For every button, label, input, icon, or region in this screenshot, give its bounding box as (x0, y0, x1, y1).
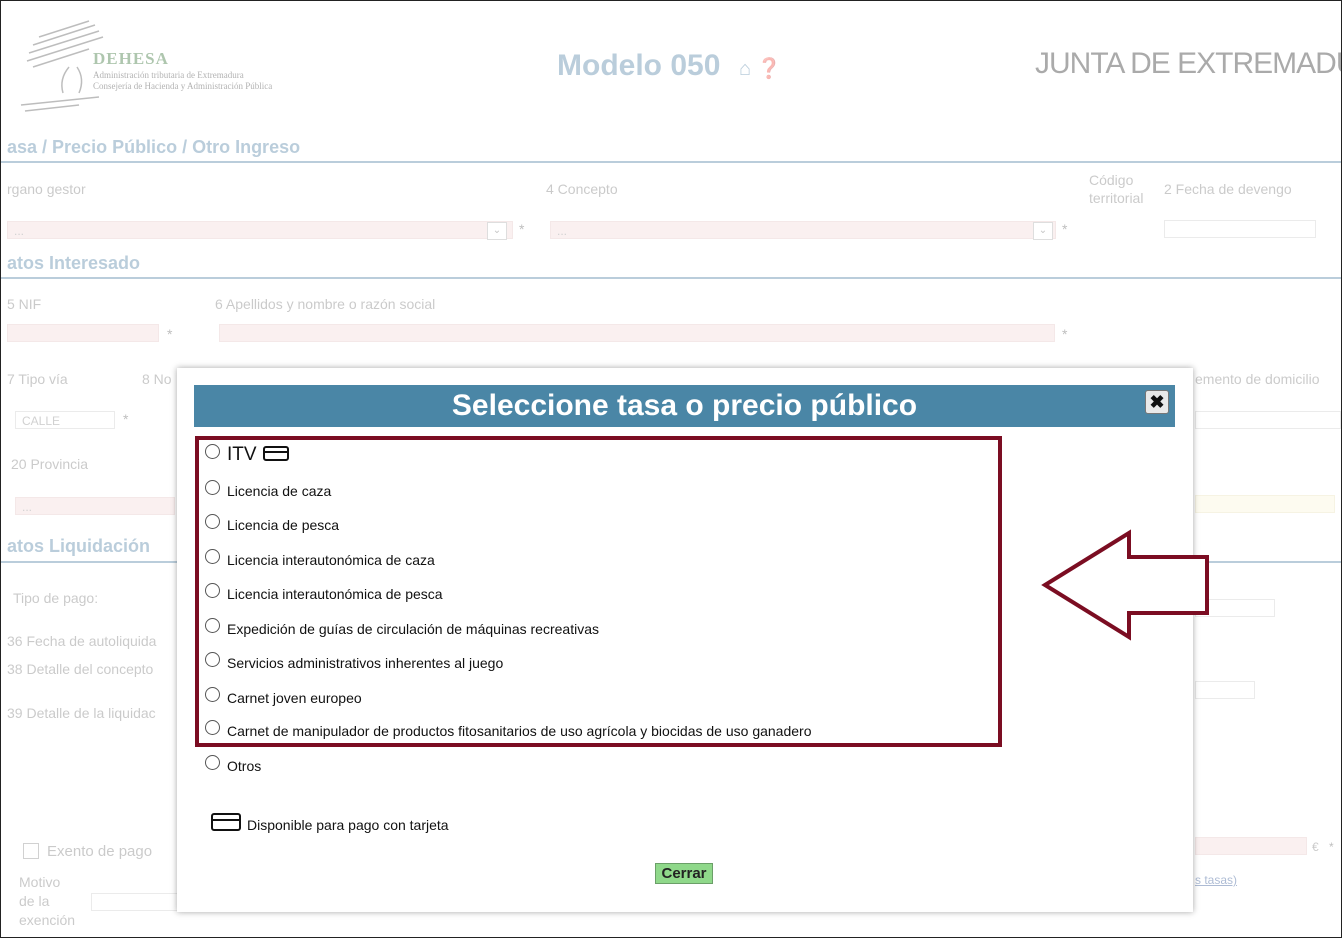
option-label: Expedición de guías de circulación de má… (227, 621, 599, 637)
apellidos-label: 6 Apellidos y nombre o razón social (215, 296, 436, 312)
option-label: Licencia interautonómica de pesca (227, 586, 443, 602)
euro-sign: € (1312, 840, 1319, 854)
nombre-via-label: 8 No (142, 371, 172, 387)
required-mark: * (1062, 326, 1068, 342)
chevron-down-icon[interactable]: ⌄ (487, 222, 507, 240)
provincia-select[interactable]: ... (15, 497, 175, 515)
detalle-input[interactable] (1195, 681, 1255, 699)
radio-button[interactable] (205, 652, 220, 667)
option-label: Otros (227, 758, 262, 774)
legend-label: Disponible para pago con tarjeta (247, 817, 449, 833)
option-carnet-joven[interactable]: Carnet joven europeo (205, 687, 362, 709)
option-label: Carnet de manipulador de productos fitos… (227, 723, 812, 739)
nif-label: 5 NIF (7, 296, 42, 312)
radio-button[interactable] (205, 720, 220, 735)
exento-label: Exento de pago (47, 843, 153, 860)
logo-subtitle-1: Administración tributaria de Extremadura (93, 70, 244, 80)
radio-button[interactable] (205, 549, 220, 564)
radio-button[interactable] (205, 618, 220, 633)
motivo-label-2: de la (19, 893, 50, 909)
section-divider (1, 277, 1341, 279)
fecha-devengo-input[interactable] (1164, 220, 1316, 238)
option-carnet-fitosanitarios[interactable]: Carnet de manipulador de productos fitos… (205, 720, 811, 742)
page-frame: DEHESA Administración tributaria de Extr… (0, 0, 1342, 938)
tasas-link[interactable]: s tasas) (1195, 873, 1237, 887)
left-arrow-icon (1041, 529, 1209, 641)
radio-button[interactable] (205, 444, 220, 459)
codigo-label-1: Código (1089, 172, 1134, 188)
section-divider (1, 161, 1341, 163)
fecha-autoliq-label: 36 Fecha de autoliquida (7, 633, 157, 649)
cerrar-button[interactable]: Cerrar (655, 863, 713, 884)
detalle-liquidacion-label: 39 Detalle de la liquidac (7, 705, 156, 721)
section-liquidacion: atos Liquidación (7, 536, 151, 556)
close-icon[interactable]: ✖ (1145, 390, 1169, 414)
detalle-concepto-label: 38 Detalle del concepto (7, 661, 154, 677)
motivo-label-1: Motivo (19, 874, 61, 890)
credit-card-icon (211, 813, 241, 831)
help-icon[interactable]: ❓ (757, 58, 782, 80)
option-label: ITV (227, 444, 257, 465)
option-label: Carnet joven europeo (227, 690, 362, 706)
option-label: Licencia de caza (227, 483, 332, 499)
card-legend: Disponible para pago con tarjeta (211, 813, 449, 833)
logo-title: DEHESA (93, 49, 169, 68)
radio-button[interactable] (205, 514, 220, 529)
option-licencia-interautonomica-caza[interactable]: Licencia interautonómica de caza (205, 549, 435, 571)
radio-button[interactable] (205, 755, 220, 770)
brand-name: JUNTA DE EXTREMADURA (1035, 47, 1341, 80)
motivo-input[interactable] (91, 893, 181, 911)
required-mark: * (1329, 840, 1334, 854)
fecha-devengo-label: 2 Fecha de devengo (1164, 181, 1292, 197)
concepto-select[interactable]: ... (550, 221, 1056, 239)
home-icon[interactable]: ⌂ (739, 58, 751, 80)
tipo-pago-label: Tipo de pago: (13, 590, 99, 606)
radio-button[interactable] (205, 480, 220, 495)
codigo-label-2: territorial (1089, 190, 1144, 206)
concepto-label: 4 Concepto (546, 181, 618, 197)
section-interesado: atos Interesado (7, 253, 141, 273)
chevron-down-icon[interactable]: ⌄ (1033, 222, 1053, 240)
cp-input[interactable] (1195, 495, 1335, 513)
exento-checkbox[interactable] (23, 843, 39, 859)
option-label: Licencia interautonómica de caza (227, 552, 435, 568)
dehesa-logo (19, 19, 349, 119)
radio-button[interactable] (205, 687, 220, 702)
option-licencia-caza[interactable]: Licencia de caza (205, 480, 331, 502)
required-mark: * (1062, 221, 1068, 237)
nif-input[interactable] (7, 324, 159, 342)
dehesa-logo-icon (20, 20, 104, 112)
organo-select[interactable]: ... (7, 221, 513, 239)
option-label: Servicios administrativos inherentes al … (227, 655, 504, 671)
apellidos-input[interactable] (219, 324, 1055, 342)
logo-subtitle-2: Consejería de Hacienda y Administración … (93, 81, 273, 91)
complemento-label: emento de domicilio (1195, 371, 1320, 387)
page-title: Modelo 050 (557, 49, 721, 82)
option-label: Licencia de pesca (227, 517, 340, 533)
provincia-label: 20 Provincia (11, 456, 89, 472)
option-servicios-juego[interactable]: Servicios administrativos inherentes al … (205, 652, 503, 674)
dialog-title: Seleccione tasa o precio público (194, 385, 1175, 427)
option-licencia-interautonomica-pesca[interactable]: Licencia interautonómica de pesca (205, 583, 443, 605)
header-icons: ⌂ ❓ (739, 56, 782, 81)
section-tasa: asa / Precio Público / Otro Ingreso (7, 137, 301, 157)
required-mark: * (519, 221, 525, 237)
required-mark: * (123, 411, 129, 427)
motivo-label-3: exención (19, 912, 76, 928)
option-guias-maquinas-recreativas[interactable]: Expedición de guías de circulación de má… (205, 618, 599, 640)
required-mark: * (167, 326, 173, 342)
tipo-via-select[interactable]: CALLE (15, 411, 115, 429)
option-otros[interactable]: Otros (205, 755, 261, 777)
total-input[interactable] (1195, 837, 1307, 855)
complemento-input[interactable] (1195, 411, 1341, 429)
option-licencia-pesca[interactable]: Licencia de pesca (205, 514, 339, 536)
credit-card-icon (262, 446, 289, 461)
organo-label: rgano gestor (7, 181, 86, 197)
option-itv[interactable]: ITV (205, 444, 289, 466)
tipo-via-label: 7 Tipo vía (7, 371, 68, 387)
radio-button[interactable] (205, 583, 220, 598)
